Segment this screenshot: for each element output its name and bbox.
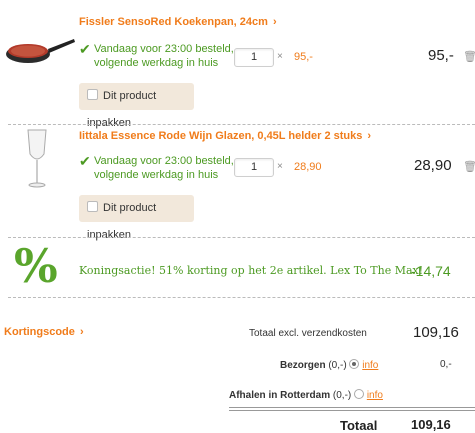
radio-unselected-icon[interactable] — [354, 389, 365, 399]
product-title-link[interactable]: Iittala Essence Rode Wijn Glazen, 0,45L … — [79, 130, 371, 142]
total-label: Totaal — [340, 418, 378, 433]
trash-icon[interactable]: 🗑 — [463, 160, 475, 173]
total-value: 109,16 — [411, 417, 451, 432]
shipping-label: Bezorgen — [280, 360, 326, 371]
unit-price: 28,90 — [294, 161, 322, 173]
info-link[interactable]: info — [367, 390, 383, 401]
times-sign: × — [277, 51, 283, 62]
chevron-right-icon: › — [364, 130, 372, 142]
shipping-value: 0,- — [440, 359, 452, 370]
gift-wrap-button[interactable]: Dit product inpakken — [79, 83, 194, 129]
divider — [8, 237, 475, 238]
quantity-input[interactable]: 1 — [234, 158, 274, 177]
frying-pan-image[interactable] — [4, 32, 76, 72]
percent-icon: % — [14, 243, 62, 289]
shipping-label: Afhalen in Rotterdam — [229, 390, 331, 401]
product-title: Fissler SensoRed Koekenpan, 24cm — [79, 16, 268, 28]
wine-glass-image[interactable] — [22, 128, 52, 190]
chevron-right-icon: › — [269, 16, 277, 28]
delivery-info: Vandaag voor 23:00 besteld, volgende wer… — [94, 154, 234, 182]
promo-text: Koningsactie! 51% korting op het 2e arti… — [79, 264, 424, 277]
divider — [8, 297, 475, 298]
product-title-link[interactable]: Fissler SensoRed Koekenpan, 24cm › — [79, 16, 277, 28]
delivery-line-1: Vandaag voor 23:00 besteld, — [94, 155, 234, 167]
delivery-line-2: volgende werkdag in huis — [94, 57, 219, 69]
subtotal-label: Totaal excl. verzendkosten — [249, 328, 367, 339]
shipping-fee: (0,-) — [328, 360, 347, 371]
delivery-info: Vandaag voor 23:00 besteld, volgende wer… — [94, 42, 234, 70]
delivery-line-1: Vandaag voor 23:00 besteld, — [94, 43, 234, 55]
times-sign: × — [277, 161, 283, 172]
coupon-link[interactable]: Kortingscode › — [4, 326, 84, 338]
checkbox-icon[interactable] — [87, 89, 98, 100]
radio-selected-icon[interactable] — [349, 359, 360, 369]
shipping-fee: (0,-) — [332, 390, 352, 401]
shipping-option-pickup[interactable]: Afhalen in Rotterdam (0,-) info — [229, 389, 383, 401]
unit-price: 95,- — [294, 51, 313, 63]
checkbox-icon[interactable] — [87, 201, 98, 212]
checkmark-icon: ✔ — [79, 153, 91, 169]
coupon-label: Kortingscode — [4, 326, 75, 338]
percent-glyph: % — [14, 239, 58, 293]
gift-wrap-button[interactable]: Dit product inpakken — [79, 195, 194, 241]
product-title: Iittala Essence Rode Wijn Glazen, 0,45L … — [79, 130, 363, 142]
quantity-input[interactable]: 1 — [234, 48, 274, 67]
line-total: 28,90 — [414, 157, 452, 174]
checkmark-icon: ✔ — [79, 41, 91, 57]
divider — [8, 124, 475, 125]
trash-icon[interactable]: 🗑 — [463, 50, 475, 63]
shipping-option-delivery[interactable]: Bezorgen (0,-) info — [280, 359, 378, 371]
promo-amount: -14,74 — [411, 263, 451, 279]
info-link[interactable]: info — [362, 360, 378, 371]
line-total: 95,- — [428, 47, 454, 64]
delivery-line-2: volgende werkdag in huis — [94, 169, 219, 181]
subtotal-value: 109,16 — [413, 324, 459, 341]
frying-pan-icon — [6, 39, 75, 63]
total-divider — [229, 407, 475, 411]
wine-glass-icon — [27, 129, 47, 188]
chevron-right-icon: › — [76, 326, 84, 338]
